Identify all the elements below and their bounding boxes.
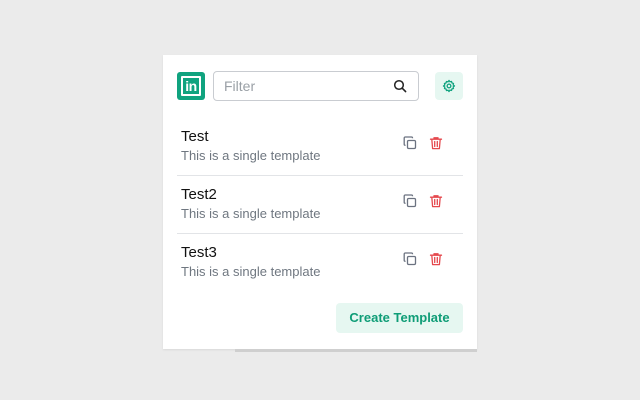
filter-field[interactable] [213,71,419,101]
template-name: Test3 [181,244,217,261]
linkedin-logo-icon: in [177,72,205,100]
template-name: Test2 [181,186,217,203]
trash-icon[interactable] [429,136,443,150]
panel-header: in [177,71,463,101]
copy-icon[interactable] [403,252,417,266]
template-description: This is a single template [181,148,321,163]
create-template-button[interactable]: Create Template [336,303,463,333]
template-item[interactable]: Test3 This is a single template [177,234,463,291]
gear-icon [442,79,456,93]
settings-button[interactable] [435,72,463,100]
trash-icon[interactable] [429,252,443,266]
search-icon[interactable] [393,79,407,93]
copy-icon[interactable] [403,194,417,208]
template-item[interactable]: Test This is a single template [177,118,463,176]
logo-text: in [181,76,201,96]
templates-panel: in Test This is a single template [163,55,477,349]
template-description: This is a single template [181,264,321,279]
template-name: Test [181,128,209,145]
panel-bottom-edge [235,349,477,352]
filter-input[interactable] [224,77,384,95]
template-list: Test This is a single template Test2 Thi… [177,118,463,291]
template-description: This is a single template [181,206,321,221]
trash-icon[interactable] [429,194,443,208]
copy-icon[interactable] [403,136,417,150]
template-item[interactable]: Test2 This is a single template [177,176,463,234]
